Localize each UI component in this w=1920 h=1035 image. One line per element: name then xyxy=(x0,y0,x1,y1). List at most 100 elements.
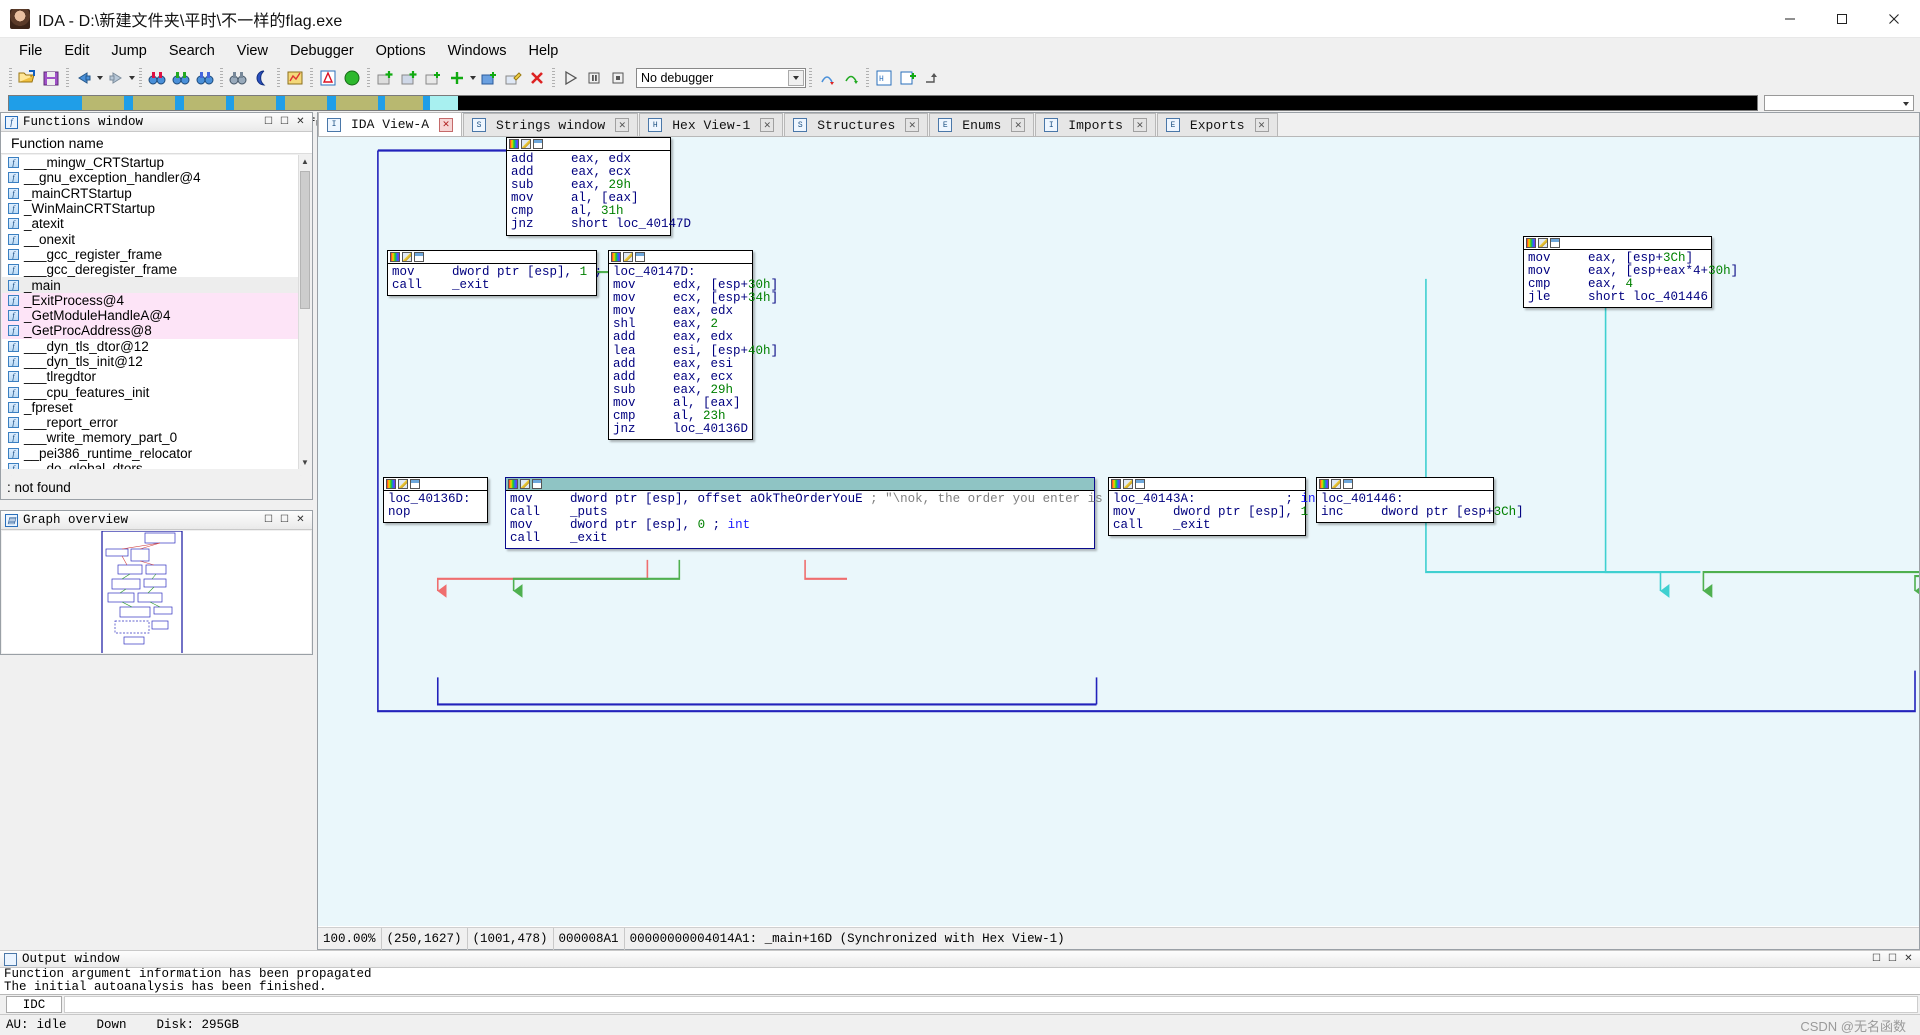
toolbar-grip-9[interactable] xyxy=(809,68,812,88)
functions-list[interactable]: f___mingw_CRTStartupf__gnu_exception_han… xyxy=(2,155,298,469)
toolbar-grip-6[interactable] xyxy=(310,68,313,88)
minimize-button[interactable] xyxy=(1764,0,1816,38)
graph-node-loc-40143A[interactable]: loc_40143A: ; intmov dword ptr [esp], 1c… xyxy=(1108,477,1306,536)
function-list-item[interactable]: f__pei386_runtime_relocator xyxy=(2,446,298,461)
stop-icon[interactable] xyxy=(608,68,628,88)
navband-segment[interactable] xyxy=(226,96,235,110)
delete-x-icon[interactable] xyxy=(527,68,547,88)
node-layout-icon[interactable] xyxy=(414,252,424,262)
close-icon[interactable]: ✕ xyxy=(1255,118,1269,132)
graph-node-loop-compare[interactable]: mov eax, [esp+3Ch]mov eax, [esp+eax*4+30… xyxy=(1523,236,1712,308)
close-icon[interactable]: ✕ xyxy=(1902,953,1915,966)
graph-node-code[interactable]: loc_401446:inc dword ptr [esp+3Ch] xyxy=(1317,491,1493,522)
close-icon[interactable]: ✕ xyxy=(615,118,629,132)
toolbar-grip[interactable] xyxy=(9,68,12,88)
navband-dropdown[interactable] xyxy=(1764,95,1914,111)
graph-view[interactable]: add eax, edxadd eax, ecxsub eax, 29hmov … xyxy=(318,137,1919,926)
close-icon[interactable]: ✕ xyxy=(439,118,453,132)
add-breakpoint-icon[interactable] xyxy=(375,68,395,88)
menu-search[interactable]: Search xyxy=(158,40,226,62)
node-color-icon[interactable] xyxy=(386,479,396,489)
graph-node-loc-40147D[interactable]: loc_40147D:mov edx, [esp+30h]mov ecx, [e… xyxy=(608,250,753,440)
toolbar-grip-10[interactable] xyxy=(866,68,869,88)
menu-view[interactable]: View xyxy=(226,40,279,62)
graph-node-code[interactable]: mov dword ptr [esp], offset aOkTheOrderY… xyxy=(506,491,1094,548)
forward-dropdown-icon[interactable] xyxy=(128,68,136,88)
back-dropdown-icon[interactable] xyxy=(96,68,104,88)
menu-jump[interactable]: Jump xyxy=(100,40,157,62)
scroll-down-icon[interactable]: ▼ xyxy=(299,456,311,469)
function-list-item[interactable]: f_main xyxy=(2,277,298,292)
node-layout-icon[interactable] xyxy=(533,139,543,149)
toolbar-grip-3[interactable] xyxy=(139,68,142,88)
search-all-icon[interactable] xyxy=(228,68,248,88)
menu-file[interactable]: File xyxy=(8,40,53,62)
node-color-icon[interactable] xyxy=(1111,479,1121,489)
navband-segment[interactable] xyxy=(327,96,336,110)
node-layout-icon[interactable] xyxy=(532,479,542,489)
graph-node-loc-40136D[interactable]: loc_40136D:nop xyxy=(383,477,488,523)
function-list-item[interactable]: f___cpu_features_init xyxy=(2,384,298,399)
vscroll-thumb[interactable] xyxy=(300,171,310,309)
navband-segment[interactable] xyxy=(184,96,226,110)
step-into-icon[interactable] xyxy=(817,68,837,88)
navband-segment[interactable] xyxy=(378,96,385,110)
graph-node-code[interactable]: loc_40147D:mov edx, [esp+30h]mov ecx, [e… xyxy=(609,264,752,439)
run-play-icon[interactable] xyxy=(560,68,580,88)
function-list-item[interactable]: f___gcc_register_frame xyxy=(2,247,298,262)
function-list-item[interactable]: f___report_error xyxy=(2,415,298,430)
back-arrow-icon[interactable] xyxy=(74,68,94,88)
function-name-column-header[interactable]: Function name xyxy=(1,132,312,154)
navband-segment[interactable] xyxy=(175,96,184,110)
chevron-down-icon[interactable] xyxy=(788,70,804,86)
tab-exports[interactable]: EExports✕ xyxy=(1157,113,1278,136)
add-bookmark-icon[interactable] xyxy=(898,68,918,88)
tab-hex-view-1[interactable]: HHex View-1✕ xyxy=(639,113,783,136)
restore-icon[interactable]: ☐ xyxy=(262,116,275,129)
close-icon[interactable]: ✕ xyxy=(1133,118,1147,132)
tab-imports[interactable]: IImports✕ xyxy=(1035,113,1156,136)
navband-segment[interactable] xyxy=(336,96,378,110)
navband-segment[interactable] xyxy=(276,96,285,110)
toolbar-grip-5[interactable] xyxy=(277,68,280,88)
add-function-icon[interactable] xyxy=(399,68,419,88)
function-list-item[interactable]: f___tlregdtor xyxy=(2,369,298,384)
hex-view-icon[interactable]: H xyxy=(874,68,894,88)
function-list-item[interactable]: f_atexit xyxy=(2,216,298,231)
node-edit-icon[interactable] xyxy=(1123,479,1133,489)
menu-windows[interactable]: Windows xyxy=(437,40,518,62)
search-next-icon[interactable] xyxy=(171,68,191,88)
maximize-button[interactable] xyxy=(1816,0,1868,38)
undock-icon[interactable]: ☐ xyxy=(278,514,291,527)
menu-options[interactable]: Options xyxy=(365,40,437,62)
graph-node-code[interactable]: loc_40136D:nop xyxy=(384,491,487,522)
function-list-item[interactable]: f___gcc_deregister_frame xyxy=(2,262,298,277)
search-binoculars-icon[interactable] xyxy=(147,68,167,88)
command-input[interactable] xyxy=(64,996,1918,1013)
undock-icon[interactable]: ☐ xyxy=(1886,953,1899,966)
node-edit-icon[interactable] xyxy=(398,479,408,489)
close-icon[interactable]: ✕ xyxy=(1011,118,1025,132)
function-list-item[interactable]: f_WinMainCRTStartup xyxy=(2,201,298,216)
open-file-icon[interactable] xyxy=(17,68,37,88)
close-icon[interactable]: ✕ xyxy=(760,118,774,132)
navband-segment[interactable] xyxy=(458,96,1757,110)
graph-node-code[interactable]: add eax, edxadd eax, ecxsub eax, 29hmov … xyxy=(507,151,670,235)
navband-segment[interactable] xyxy=(124,96,133,110)
graph-overview-canvas[interactable] xyxy=(2,531,311,653)
close-icon[interactable]: ✕ xyxy=(294,116,307,129)
node-color-icon[interactable] xyxy=(509,139,519,149)
node-layout-icon[interactable] xyxy=(1135,479,1145,489)
undock-icon[interactable]: ☐ xyxy=(278,116,291,129)
node-edit-icon[interactable] xyxy=(623,252,633,262)
close-button[interactable] xyxy=(1868,0,1920,38)
graph-node-entry[interactable]: add eax, edxadd eax, ecxsub eax, 29hmov … xyxy=(506,137,671,236)
navband-segment[interactable] xyxy=(9,96,82,110)
output-log[interactable]: Function argument information has been p… xyxy=(0,968,1920,995)
node-layout-icon[interactable] xyxy=(1550,238,1560,248)
add-dropdown-icon[interactable] xyxy=(469,68,477,88)
function-list-item[interactable]: f__gnu_exception_handler@4 xyxy=(2,170,298,185)
node-edit-icon[interactable] xyxy=(1331,479,1341,489)
node-color-icon[interactable] xyxy=(390,252,400,262)
function-list-item[interactable]: f___dyn_tls_dtor@12 xyxy=(2,339,298,354)
